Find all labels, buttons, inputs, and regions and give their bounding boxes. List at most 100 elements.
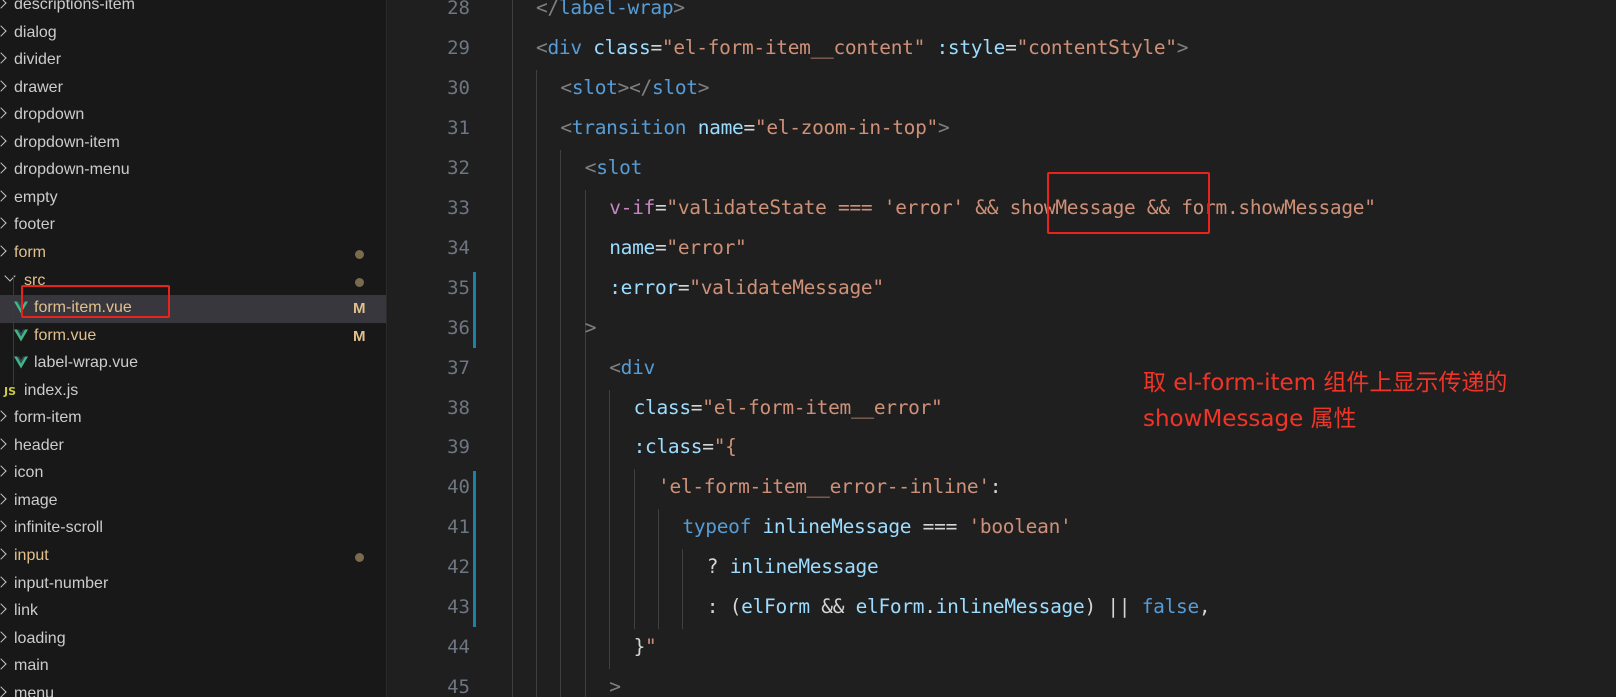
tree-item-label: dropdown-item — [14, 133, 120, 151]
chevron-right-icon[interactable] — [0, 410, 7, 422]
chevron-right-icon[interactable] — [0, 190, 7, 202]
chevron-right-icon[interactable] — [0, 0, 7, 9]
code-line[interactable]: <transition name="el-zoom-in-top"><trans… — [560, 116, 949, 139]
tree-item-label: infinite-scroll — [14, 519, 103, 537]
tree-item-dropdown-item[interactable]: dropdown-item — [0, 130, 386, 158]
js-file-icon: JS — [4, 384, 17, 398]
tree-item-image[interactable]: image — [0, 488, 386, 516]
tree-item-descriptions-item[interactable]: descriptions-item — [0, 0, 386, 20]
tree-item-dialog[interactable]: dialog — [0, 20, 386, 48]
tree-item-dropdown-menu[interactable]: dropdown-menu — [0, 157, 386, 185]
indent-guide — [658, 509, 659, 630]
chevron-right-icon[interactable] — [0, 79, 7, 92]
chevron-right-icon[interactable] — [0, 493, 7, 505]
code-line[interactable]: }"}" — [634, 635, 657, 658]
chevron-right-icon[interactable] — [0, 107, 7, 119]
code-line[interactable]: 'el-form-item__error--inline':'el-form-i… — [658, 475, 1002, 498]
git-modified-badge: M — [353, 327, 366, 345]
code-line[interactable]: </label-wrap></label-wrap> — [536, 0, 685, 19]
line-number: 40 — [447, 476, 470, 499]
tree-item-infinite-scroll[interactable]: infinite-scroll — [0, 515, 386, 543]
tree-item-label: label-wrap.vue — [34, 354, 139, 372]
tree-item-dropdown[interactable]: dropdown — [0, 102, 386, 130]
code-line[interactable]: <slot<slot — [585, 156, 643, 179]
tree-item-input[interactable]: input — [0, 543, 386, 571]
chevron-right-icon[interactable] — [0, 135, 7, 147]
tree-item-label: menu — [14, 684, 55, 697]
git-change-bar — [473, 271, 476, 348]
code-line[interactable]: class="el-form-item__error"class="el-for… — [634, 396, 943, 419]
chevron-right-icon[interactable] — [0, 24, 7, 37]
tree-item-label: link — [14, 602, 39, 620]
code-line[interactable]: <div class="el-form-item__content" :styl… — [536, 36, 1188, 59]
code-line[interactable]: ? inlineMessage? inlineMessage — [707, 555, 879, 578]
tree-item-input-number[interactable]: input-number — [0, 571, 386, 599]
tree-item-form-item[interactable]: form-item — [0, 405, 386, 433]
git-modified-badge: M — [353, 300, 366, 318]
tree-item-link[interactable]: link — [0, 598, 386, 626]
chevron-right-icon[interactable] — [0, 548, 7, 560]
chevron-right-icon[interactable] — [0, 245, 7, 257]
tree-item-label: form-item — [14, 409, 82, 427]
chevron-right-icon[interactable] — [0, 575, 7, 588]
tree-indent-guide — [13, 275, 14, 385]
tree-item-label: footer — [14, 216, 55, 234]
tree-item-main[interactable]: main — [0, 653, 386, 681]
indent-guide — [536, 69, 537, 697]
indent-guide — [633, 469, 635, 630]
chevron-right-icon[interactable] — [0, 465, 7, 478]
tree-item-label: form — [14, 243, 46, 261]
tree-item-empty[interactable]: empty — [0, 185, 386, 213]
tree-item-label: descriptions-item — [14, 0, 135, 13]
tree-item-label: input — [14, 547, 49, 564]
tree-item-label-wrap-vue[interactable]: label-wrap.vue — [0, 350, 386, 378]
tree-item-label: icon — [14, 464, 44, 482]
code-editor[interactable]: 28 29 30 31 32 33 34 35 36 37 38 39 40 41 42 43 44 45 </l… — [388, 0, 1616, 697]
code-line[interactable]: <slot></slot><slot></slot> — [560, 76, 709, 99]
tree-item-header[interactable]: header — [0, 433, 386, 461]
code-line[interactable]: name="error"name="error" — [609, 236, 747, 259]
code-line[interactable]: :class="{:class="{ — [634, 435, 737, 458]
chevron-right-icon[interactable] — [0, 603, 7, 615]
line-number: 39 — [447, 436, 470, 459]
tree-item-label: header — [14, 436, 64, 454]
chevron-right-icon[interactable] — [0, 438, 7, 450]
line-number: 32 — [447, 156, 470, 179]
modified-dot-icon — [355, 553, 364, 562]
tree-item-form[interactable]: form — [0, 240, 386, 268]
code-line[interactable]: :error="validateMessage":error="validate… — [609, 276, 884, 299]
tree-item-loading[interactable]: loading — [0, 626, 386, 654]
chevron-right-icon[interactable] — [0, 630, 7, 643]
annotation-note: 取 el-form-item 组件上显示传递的 showMessage 属性 — [1143, 365, 1507, 437]
indent-guide — [609, 389, 611, 670]
chevron-right-icon[interactable] — [0, 162, 7, 174]
line-number: 43 — [447, 596, 470, 619]
tree-item-label: main — [14, 657, 49, 675]
tree-item-drawer[interactable]: drawer — [0, 75, 386, 103]
code-line[interactable]: typeof inlineMessage === 'boolean'typeof… — [682, 515, 1071, 538]
line-number: 36 — [447, 316, 470, 339]
tree-item-footer[interactable]: footer — [0, 212, 386, 240]
chevron-right-icon[interactable] — [0, 520, 7, 533]
code-line[interactable]: >> — [609, 675, 621, 697]
tree-item-index-js[interactable]: JS index.js — [0, 378, 386, 406]
tree-item-label: divider — [14, 51, 62, 69]
code-line[interactable]: <div<div — [609, 356, 655, 379]
chevron-right-icon[interactable] — [0, 658, 7, 670]
tree-item-form-vue[interactable]: form.vue M — [0, 323, 386, 351]
modified-dot-icon — [355, 277, 364, 287]
chevron-right-icon[interactable] — [0, 686, 7, 697]
tree-item-menu[interactable]: menu — [0, 681, 386, 697]
line-number: 38 — [447, 396, 470, 419]
tree-item-label: dropdown-menu — [14, 161, 130, 179]
highlight-box-form-item-file — [21, 285, 170, 318]
code-line[interactable]: v-if="validateState === 'error' && showM… — [609, 196, 1376, 219]
code-line[interactable]: >> — [585, 316, 597, 339]
line-number: 44 — [447, 636, 470, 659]
chevron-right-icon[interactable] — [0, 52, 7, 64]
tree-item-icon[interactable]: icon — [0, 460, 386, 488]
code-line[interactable]: : (elForm && elForm.inlineMessage) || fa… — [707, 595, 1211, 618]
tree-item-divider[interactable]: divider — [0, 47, 386, 75]
tree-item-label: loading — [14, 629, 66, 647]
chevron-right-icon[interactable] — [0, 217, 7, 230]
